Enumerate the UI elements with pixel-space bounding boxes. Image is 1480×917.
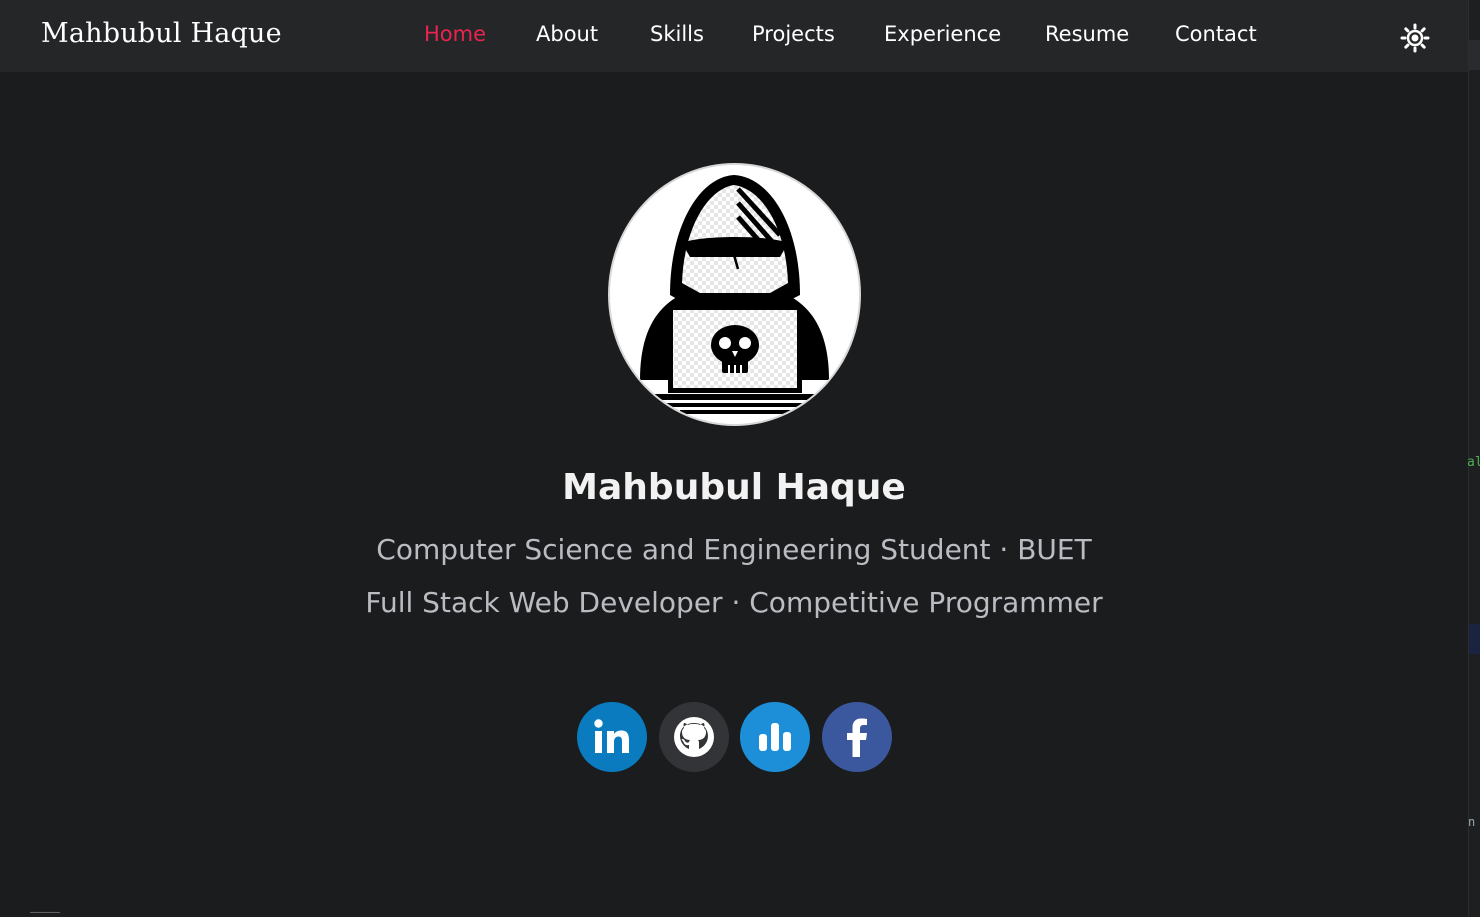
profile-name: Mahbubul Haque xyxy=(562,467,906,508)
bar-chart-icon xyxy=(759,723,791,751)
edge-code-fragment: al xyxy=(1467,455,1480,470)
stats-button[interactable] xyxy=(740,702,810,772)
brand-logo[interactable]: Mahbubul Haque xyxy=(41,18,282,49)
nav-projects[interactable]: Projects xyxy=(752,22,835,46)
nav-home[interactable]: Home xyxy=(424,22,486,46)
page: Mahbubul Haque Home About Skills Project… xyxy=(0,0,1480,917)
sun-icon xyxy=(1400,23,1430,53)
bottom-edge-fragment: ————— xyxy=(30,907,61,917)
navbar: Mahbubul Haque Home About Skills Project… xyxy=(0,0,1469,72)
edge-code-fragment-2: n xyxy=(1468,815,1476,829)
profile-subtitle-education: Computer Science and Engineering Student… xyxy=(376,533,1092,566)
facebook-button[interactable] xyxy=(822,702,892,772)
nav-contact[interactable]: Contact xyxy=(1175,22,1257,46)
github-button[interactable] xyxy=(659,702,729,772)
nav-resume[interactable]: Resume xyxy=(1045,22,1129,46)
hacker-with-laptop-icon xyxy=(640,175,829,414)
linkedin-button[interactable] xyxy=(577,702,647,772)
linkedin-icon xyxy=(594,719,629,753)
nav-about[interactable]: About xyxy=(536,22,598,46)
github-icon xyxy=(674,717,714,757)
nav-experience[interactable]: Experience xyxy=(884,22,1001,46)
social-links xyxy=(577,702,897,772)
edge-highlight xyxy=(1469,624,1480,654)
facebook-icon xyxy=(847,718,867,757)
profile-subtitle-roles: Full Stack Web Developer · Competitive P… xyxy=(365,586,1103,619)
profile-avatar xyxy=(608,163,861,426)
edge-divider xyxy=(1469,40,1480,70)
nav-skills[interactable]: Skills xyxy=(650,22,704,46)
theme-toggle-button[interactable] xyxy=(1400,23,1430,53)
